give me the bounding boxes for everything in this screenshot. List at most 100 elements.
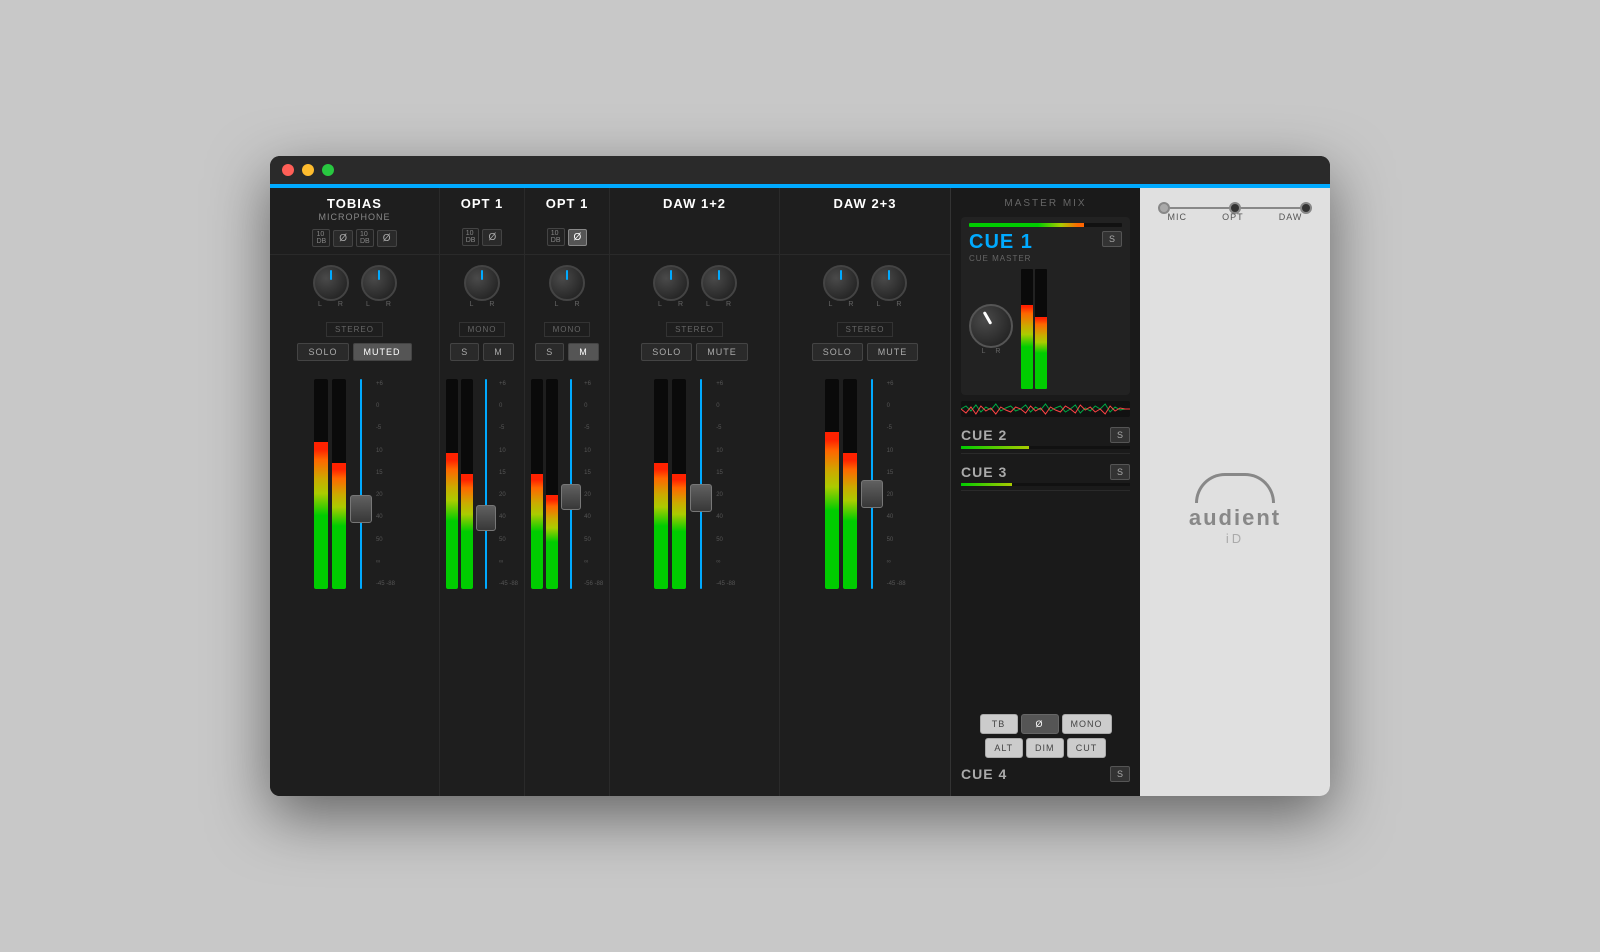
daw23-scale: +6 0 -5 10 15 20 40 50 ∞ -45 -88 [887,379,906,589]
phase-button[interactable]: Ø [1021,714,1059,734]
daw-label: DAW [1279,212,1303,222]
daw12-knob1[interactable] [653,265,689,301]
ch-opt1a-name: OPT 1 [461,196,504,211]
dim-button[interactable]: DIM [1026,738,1064,758]
daw23-knobs: LR LR [780,255,950,318]
cue3-title: CUE 3 [961,464,1007,480]
opt1b-fader-handle[interactable] [561,484,581,510]
mono-button[interactable]: MONO [1062,714,1112,734]
opt1b-solo-btn[interactable]: S [535,343,564,361]
daw23-mute-btn[interactable]: MUTE [867,343,919,361]
opt1b-phase[interactable]: Ø [568,229,588,246]
daw12-mode: STEREO SOLO MUTE [610,318,780,373]
cue3-s-btn[interactable]: S [1110,464,1130,480]
minimize-button[interactable] [302,164,314,176]
monitor-line-1 [1170,207,1229,209]
tobias-phase1[interactable]: Ø [333,230,353,247]
cue1-title-block: CUE 1 CUE MASTER [969,231,1033,263]
daw12-solo-btn[interactable]: SOLO [641,343,692,361]
alt-row: ALT DIM CUT [961,738,1130,758]
tobias-knob1-wrap: LR [313,265,349,308]
app-window: TOBIAS MICROPHONE 10DB Ø 10DB Ø OPT 1 10… [270,156,1330,796]
cue3-mini-meter [961,483,1130,486]
master-mix-title: MASTER MIX [961,198,1130,209]
alt-button[interactable]: ALT [985,738,1023,758]
opt1a-phase[interactable]: Ø [482,229,502,246]
cue2-title: CUE 2 [961,427,1007,443]
tobias-meter-l [314,379,328,589]
opt1b-knob[interactable] [549,265,585,301]
opt1b-sm-row: S M [535,341,599,367]
daw23-fader-track [861,379,883,589]
opt1a-meter-l [446,379,458,589]
cue3-header: CUE 3 S [961,464,1130,480]
cue2-header: CUE 2 S [961,427,1130,443]
daw23-knob2-wrap: LR [871,265,907,308]
cue4-block: CUE 4 S [961,762,1130,786]
fader-zone: +6 0 -5 10 15 20 40 50 ∞ -45 -88 [270,373,950,796]
daw12-knob1-wrap: LR [653,265,689,308]
tobias-sm-row: SOLO MUTED [297,341,411,367]
tobias-knob2[interactable] [361,265,397,301]
daw23-mode: STEREO SOLO MUTE [780,318,950,373]
daw12-knob2[interactable] [701,265,737,301]
audient-logo-area: audient iD [1150,232,1320,786]
daw23-knob1[interactable] [823,265,859,301]
opt1a-mute-btn[interactable]: M [483,343,514,361]
audient-id-text: iD [1226,531,1244,546]
cue4-s-btn[interactable]: S [1110,766,1130,782]
tobias-mode-label: STEREO [326,322,383,337]
knobs-row: LR LR LR [270,255,950,318]
ch-opt1b-header: OPT 1 10DB Ø [525,188,610,254]
cue1-title: CUE 1 [969,231,1033,254]
tobias-knob1[interactable] [313,265,349,301]
daw12-fader-track [690,379,712,589]
daw12-scale: +6 0 -5 10 15 20 40 50 ∞ -45 -88 [716,379,735,589]
daw12-mute-btn[interactable]: MUTE [696,343,748,361]
ch-daw23-header: DAW 2+3 [780,188,950,254]
cue1-body: LR [969,269,1122,389]
ch-opt1b-controls: 10DB Ø [543,225,592,249]
opt1b-mode: MONO S M [525,318,610,373]
tobias-knob2-wrap: LR [361,265,397,308]
daw23-fader-handle[interactable] [861,480,883,508]
daw12-fader-handle[interactable] [690,484,712,512]
cue2-s-btn[interactable]: S [1110,427,1130,443]
opt1a-sm-row: S M [450,341,514,367]
opt1a-solo-btn[interactable]: S [450,343,479,361]
tobias-gain1: 10DB [312,229,330,247]
tobias-mute-btn[interactable]: MUTED [353,343,412,361]
maximize-button[interactable] [322,164,334,176]
channel-headers: TOBIAS MICROPHONE 10DB Ø 10DB Ø OPT 1 10… [270,188,950,255]
cut-button[interactable]: CUT [1067,738,1107,758]
cue1-top-meter [969,223,1122,227]
opt1b-fader-track [561,379,581,589]
opt1b-mute-btn[interactable]: M [568,343,599,361]
audient-arc-icon [1195,473,1275,503]
tb-button[interactable]: TB [980,714,1018,734]
opt1b-knobs: LR [525,255,610,318]
opt1a-fader-handle[interactable] [476,505,496,531]
close-button[interactable] [282,164,294,176]
opt1a-gain: 10DB [462,228,480,246]
daw23-solo-btn[interactable]: SOLO [812,343,863,361]
opt1a-meter-r [461,379,473,589]
cue1-knob-group: LR [969,304,1013,355]
opt1b-scale: +6 0 -5 10 15 20 40 50 ∞ -56 -88 [584,379,603,589]
daw23-knob2[interactable] [871,265,907,301]
daw12-knob2-wrap: LR [701,265,737,308]
ch-opt1a-header: OPT 1 10DB Ø [440,188,525,254]
cue1-s-btn[interactable]: S [1102,231,1122,247]
tobias-phase2[interactable]: Ø [377,230,397,247]
tobias-fader-handle[interactable] [350,495,372,523]
opt1b-knob-wrap: LR [549,265,585,308]
tobias-mode: STEREO SOLO MUTED [270,318,440,373]
tobias-faders: +6 0 -5 10 15 20 40 50 ∞ -45 -88 [270,373,440,796]
daw12-sm-row: SOLO MUTE [641,341,748,367]
opt1a-knob[interactable] [464,265,500,301]
tb-row: TB Ø MONO [961,714,1130,734]
daw23-meter-l [825,379,839,589]
cue1-knob[interactable] [969,304,1013,348]
ch-daw12-header: DAW 1+2 [610,188,780,254]
tobias-solo-btn[interactable]: SOLO [297,343,348,361]
